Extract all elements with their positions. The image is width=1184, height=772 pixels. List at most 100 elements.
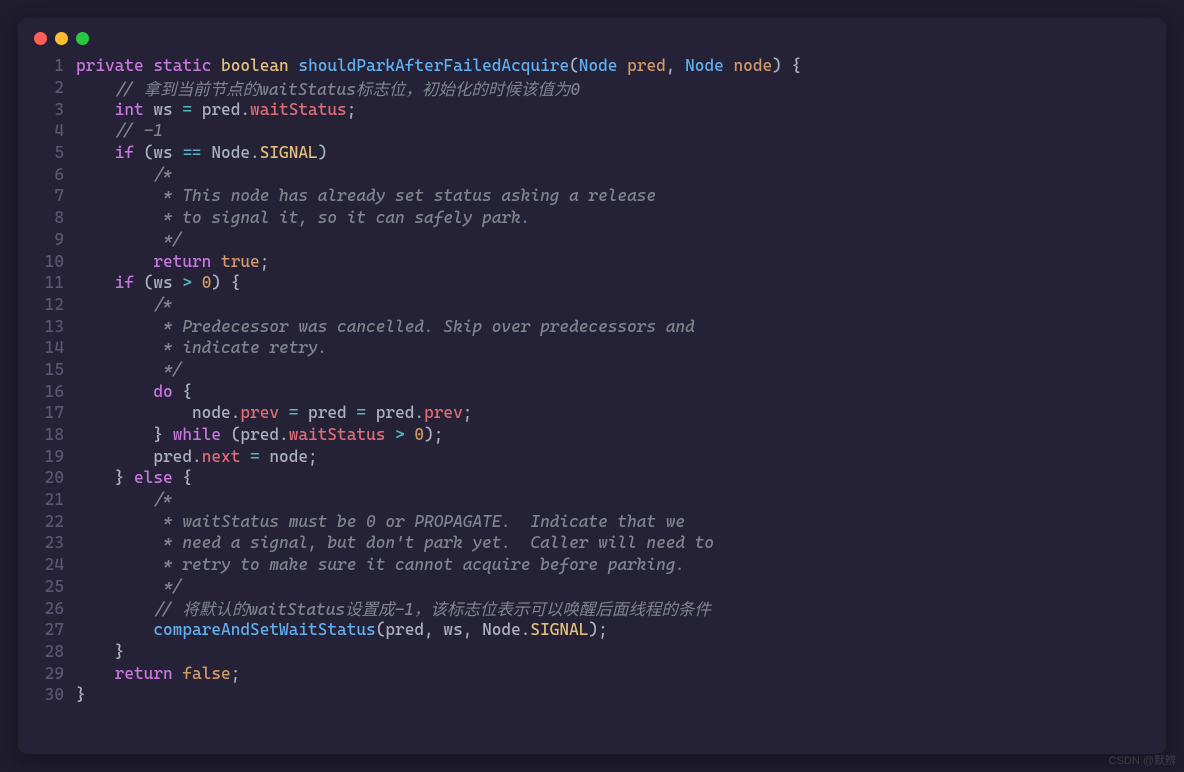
line-number: 13 <box>32 317 64 336</box>
token: ) <box>318 143 328 162</box>
token: , <box>666 56 685 75</box>
line-number: 15 <box>32 360 64 379</box>
code-line: 24 * retry to make sure it cannot acquir… <box>32 554 1152 576</box>
code-content: } else { <box>76 468 192 487</box>
code-content: * This node has already set status askin… <box>76 186 656 205</box>
code-content: } while (pred.waitStatus > 0); <box>76 425 443 444</box>
token: { <box>173 468 192 487</box>
token: next <box>202 447 241 466</box>
line-number: 17 <box>32 403 64 422</box>
code-content: // -1 <box>76 121 163 140</box>
token <box>76 338 153 357</box>
token: * to signal it, so it can safely park. <box>153 208 530 227</box>
line-number: 14 <box>32 338 64 357</box>
token: waitStatus <box>250 100 347 119</box>
code-line: 1private static boolean shouldParkAfterF… <box>32 55 1152 77</box>
token: ); <box>424 425 443 444</box>
code-line: 27 compareAndSetWaitStatus(pred, ws, Nod… <box>32 619 1152 641</box>
token: (pred, ws, Node <box>376 620 521 639</box>
token: > <box>182 273 192 292</box>
code-line: 2 // 拿到当前节点的waitStatus标志位，初始化的时候该值为0 <box>32 77 1152 99</box>
token: Node <box>579 56 618 75</box>
line-number: 4 <box>32 121 64 140</box>
token: node <box>76 403 231 422</box>
token: (ws <box>134 143 182 162</box>
token: if <box>115 273 134 292</box>
code-content: * retry to make sure it cannot acquire b… <box>76 555 685 574</box>
code-content: if (ws > 0) { <box>76 273 240 292</box>
line-number: 27 <box>32 620 64 639</box>
code-line: 29 return false; <box>32 662 1152 684</box>
token <box>76 78 115 97</box>
token: . <box>240 100 250 119</box>
token: } <box>76 685 86 704</box>
line-number: 3 <box>32 100 64 119</box>
code-content: */ <box>76 230 182 249</box>
code-content: if (ws == Node.SIGNAL) <box>76 143 327 162</box>
minimize-icon[interactable] <box>55 32 68 45</box>
token: } <box>76 642 124 661</box>
token <box>76 599 153 618</box>
token <box>76 186 153 205</box>
token <box>76 382 153 401</box>
code-line: 13 * Predecessor was cancelled. Skip ove… <box>32 315 1152 337</box>
close-icon[interactable] <box>34 32 47 45</box>
code-line: 9 */ <box>32 229 1152 251</box>
token <box>76 165 153 184</box>
token: = <box>356 403 366 422</box>
code-content: pred.next = node; <box>76 447 318 466</box>
token <box>76 100 115 119</box>
code-content: } <box>76 642 124 661</box>
code-content: * to signal it, so it can safely park. <box>76 208 530 227</box>
token: pred <box>192 100 240 119</box>
token: } <box>76 468 134 487</box>
code-line: 30} <box>32 684 1152 706</box>
token <box>405 425 415 444</box>
token: boolean <box>221 56 289 75</box>
token: /* <box>153 165 172 184</box>
token: private <box>76 56 144 75</box>
code-line: 23 * need a signal, but don't park yet. … <box>32 532 1152 554</box>
line-number: 5 <box>32 143 64 162</box>
token <box>76 490 153 509</box>
code-content: // 将默认的waitStatus设置成-1，该标志位表示可以唤醒后面线程的条件 <box>76 596 711 620</box>
code-content: // 拿到当前节点的waitStatus标志位，初始化的时候该值为0 <box>76 76 580 100</box>
token <box>76 620 153 639</box>
code-area: 1private static boolean shouldParkAfterF… <box>18 55 1166 706</box>
code-line: 15 */ <box>32 359 1152 381</box>
code-line: 7 * This node has already set status ask… <box>32 185 1152 207</box>
token: node; <box>260 447 318 466</box>
code-content: return false; <box>76 664 240 683</box>
watermark: CSDN @默辨 <box>1109 752 1176 768</box>
token: ); <box>588 620 607 639</box>
token: Node <box>685 56 724 75</box>
token: } <box>76 425 173 444</box>
line-number: 1 <box>32 56 64 75</box>
token: * Predecessor was cancelled. Skip over p… <box>153 317 694 336</box>
token <box>76 664 115 683</box>
token: = <box>182 100 192 119</box>
code-content: do { <box>76 382 192 401</box>
token: waitStatus <box>289 425 386 444</box>
code-line: 22 * waitStatus must be 0 or PROPAGATE. … <box>32 510 1152 532</box>
token: 0 <box>414 425 424 444</box>
token: * waitStatus must be 0 or PROPAGATE. Ind… <box>153 512 685 531</box>
token <box>76 360 153 379</box>
token: */ <box>153 360 182 379</box>
token: * need a signal, but don't park yet. Cal… <box>153 533 714 552</box>
code-line: 25 */ <box>32 576 1152 598</box>
line-number: 12 <box>32 295 64 314</box>
line-number: 25 <box>32 577 64 596</box>
maximize-icon[interactable] <box>76 32 89 45</box>
token: (ws <box>134 273 182 292</box>
line-number: 10 <box>32 252 64 271</box>
line-number: 11 <box>32 273 64 292</box>
token <box>289 56 299 75</box>
token: true <box>221 252 260 271</box>
token: . <box>521 620 531 639</box>
code-content: */ <box>76 360 182 379</box>
token: > <box>395 425 405 444</box>
token: * retry to make sure it cannot acquire b… <box>153 555 685 574</box>
code-line: 17 node.prev = pred = pred.prev; <box>32 402 1152 424</box>
token: SIGNAL <box>530 620 588 639</box>
